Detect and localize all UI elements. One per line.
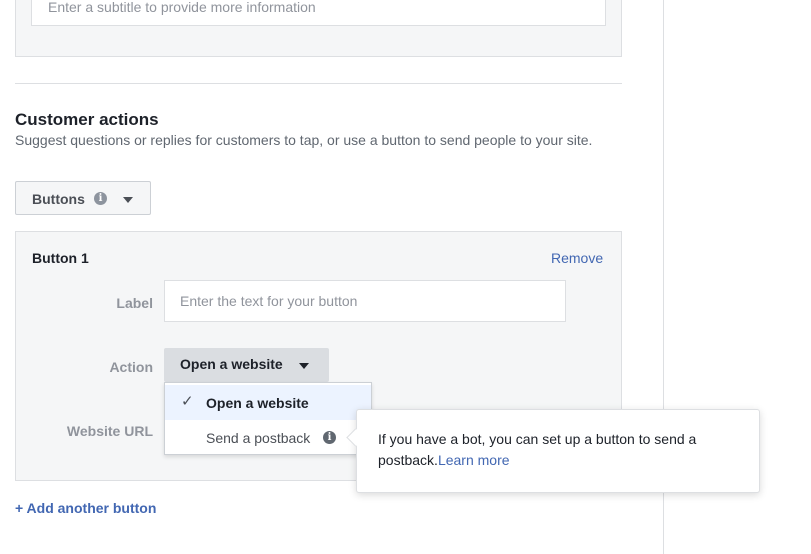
tooltip-body: If you have a bot, you can set up a butt… <box>378 431 697 468</box>
checkmark-icon: ✓ <box>181 393 194 410</box>
dropdown-option-send-postback[interactable]: Send a postback i <box>165 420 371 455</box>
remove-button-link[interactable]: Remove <box>551 250 603 266</box>
customer-actions-type-select[interactable]: Buttons i <box>15 181 151 215</box>
section-description: Suggest questions or replies for custome… <box>15 132 593 148</box>
section-title: Customer actions <box>15 110 159 129</box>
website-url-field-label: Website URL <box>66 423 153 439</box>
learn-more-link[interactable]: Learn more <box>438 452 510 468</box>
add-another-button-link[interactable]: + Add another button <box>15 500 156 516</box>
action-select-value: Open a website <box>180 356 283 372</box>
button-label-input[interactable] <box>164 280 566 322</box>
label-field-label: Label <box>116 295 153 311</box>
option-label: Open a website <box>206 395 309 411</box>
tooltip-text: If you have a bot, you can set up a butt… <box>378 429 743 471</box>
section-divider <box>15 83 622 84</box>
info-icon[interactable]: i <box>94 192 107 205</box>
button-title: Button 1 <box>32 250 89 266</box>
type-select-value: Buttons <box>32 191 85 207</box>
dropdown-option-open-website[interactable]: ✓ Open a website <box>165 385 371 420</box>
subtitle-input[interactable]: Enter a subtitle to provide more informa… <box>31 0 606 26</box>
caret-down-icon <box>299 363 309 369</box>
action-dropdown-menu: ✓ Open a website Send a postback i <box>164 382 372 455</box>
action-select[interactable]: Open a website <box>164 348 329 382</box>
info-icon[interactable]: i <box>323 431 336 444</box>
action-field-label: Action <box>109 359 153 375</box>
option-label: Send a postback <box>206 430 311 446</box>
caret-down-icon <box>123 197 133 203</box>
